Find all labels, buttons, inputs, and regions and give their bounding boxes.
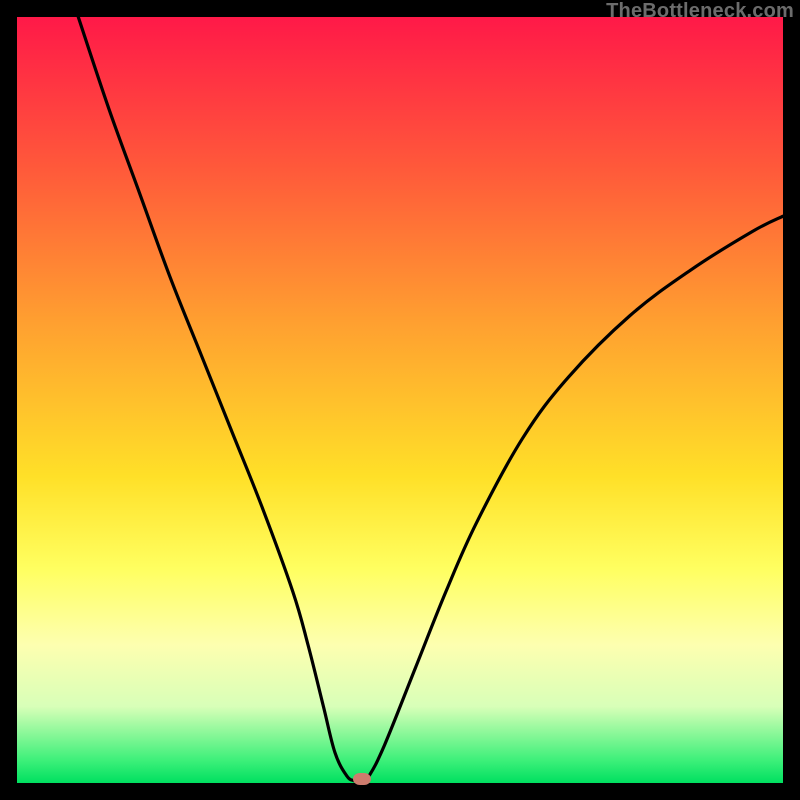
chart-plot-area xyxy=(17,17,783,783)
watermark-text: TheBottleneck.com xyxy=(606,0,794,23)
selected-point-marker xyxy=(353,773,371,785)
bottleneck-curve xyxy=(17,17,783,783)
